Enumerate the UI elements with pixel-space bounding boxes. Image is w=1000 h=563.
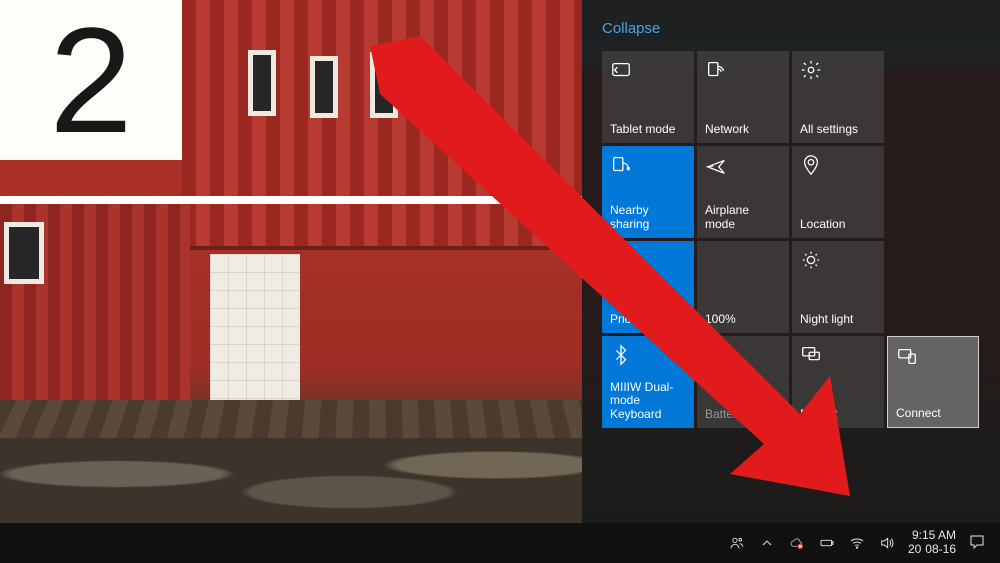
tile-label: All settings — [800, 123, 876, 137]
barn-upper-wall — [182, 0, 582, 250]
tile-label: Project — [800, 408, 876, 422]
connect-icon — [896, 345, 918, 367]
tile-tablet-mode[interactable]: Tablet mode — [602, 51, 694, 143]
tile-label: Airplane mode — [705, 204, 781, 232]
tablet-icon — [610, 59, 632, 81]
brightness-icon — [800, 249, 822, 271]
project-icon — [800, 344, 822, 366]
tile-battery-saver[interactable]: Battery saver — [697, 336, 789, 428]
volume-tray-icon[interactable] — [878, 534, 896, 552]
tile-location[interactable]: Location — [792, 146, 884, 238]
airplane-icon — [705, 154, 727, 176]
clock-date: 08-16 — [925, 543, 956, 557]
collapse-link[interactable]: Collapse — [602, 20, 660, 37]
wifi-icon — [705, 59, 727, 81]
barn-window — [4, 222, 44, 284]
share-icon — [610, 154, 632, 176]
leaf-icon — [705, 344, 727, 366]
gear-icon — [800, 59, 822, 81]
taskbar: 9:15 AM 20 08-16 — [0, 523, 1000, 563]
clock-time: 9:15 AM — [912, 529, 956, 543]
tile-priority-only[interactable]: Priority only — [602, 241, 694, 333]
onedrive-icon[interactable] — [788, 534, 806, 552]
tile-label: Battery saver — [705, 408, 781, 422]
wifi-tray-icon[interactable] — [848, 534, 866, 552]
tile-night-light[interactable]: Night light — [792, 241, 884, 333]
step-number: 2 — [49, 5, 132, 155]
tile-label: 100% — [705, 313, 781, 327]
tile-label: Connect — [896, 407, 970, 421]
moon-icon — [610, 249, 632, 271]
taskbar-clock[interactable]: 9:15 AM 20 08-16 — [908, 529, 956, 557]
rocks — [0, 438, 582, 523]
barn-window — [370, 52, 398, 118]
tile-bluetooth[interactable]: MIIIW Dual-mode Keyboard — [602, 336, 694, 428]
tile-brightness[interactable]: 100% — [697, 241, 789, 333]
barn-door — [210, 254, 300, 404]
location-icon — [800, 154, 822, 176]
step-number-badge: 2 — [0, 0, 182, 160]
tile-all-settings[interactable]: All settings — [792, 51, 884, 143]
clock-year-prefix: 20 — [908, 543, 921, 557]
chevron-up-icon[interactable] — [758, 534, 776, 552]
quick-action-tiles: Tablet mode Network All settings Nearby sha… — [602, 51, 980, 428]
tile-label: Nearby sharing — [610, 204, 686, 232]
action-center-button[interactable] — [968, 533, 988, 553]
barn-roofline — [0, 196, 582, 204]
barn-window — [248, 50, 276, 116]
tile-project[interactable]: Project — [792, 336, 884, 428]
barn-window — [310, 56, 338, 118]
tile-label: Tablet mode — [610, 123, 686, 137]
tile-label: Network — [705, 123, 781, 137]
tile-label: MIIIW Dual-mode Keyboard — [610, 381, 686, 422]
tile-network[interactable]: Network — [697, 51, 789, 143]
tile-label: Priority only — [610, 313, 686, 327]
action-center-panel: Collapse Tablet mode Network All settings N… — [582, 0, 1000, 523]
bluetooth-icon — [610, 344, 632, 366]
people-icon[interactable] — [728, 534, 746, 552]
tile-nearby-sharing[interactable]: Nearby sharing — [602, 146, 694, 238]
tile-airplane-mode[interactable]: Airplane mode — [697, 146, 789, 238]
tile-label: Location — [800, 218, 876, 232]
tile-connect[interactable]: Connect — [887, 336, 979, 428]
battery-tray-icon[interactable] — [818, 534, 836, 552]
tile-label: Night light — [800, 313, 876, 327]
